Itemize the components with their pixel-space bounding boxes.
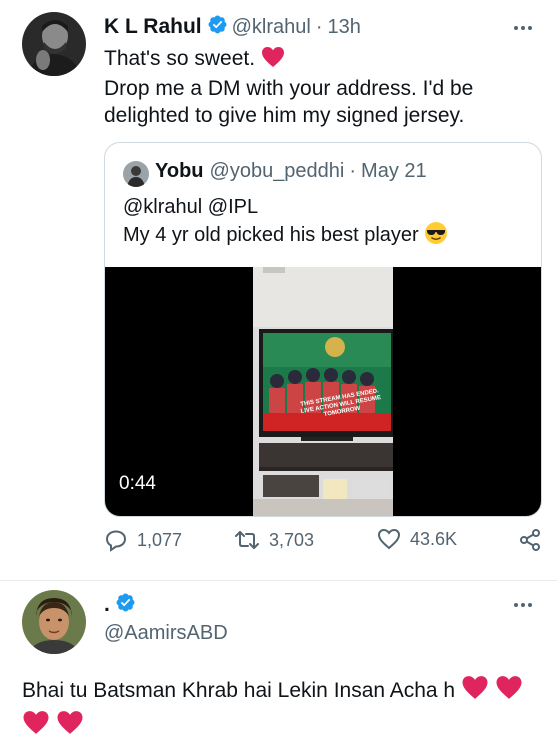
separator-dot: · <box>349 160 357 182</box>
heart-icon <box>461 675 489 710</box>
tweet-text-line3: delighted to give him my signed jersey. <box>104 104 465 127</box>
avatar-klrahul[interactable] <box>22 12 86 76</box>
avatar-aamirsabd[interactable] <box>22 590 86 654</box>
reply-header: . <box>104 592 140 618</box>
video-frame: THIS STREAM HAS ENDED. LIVE ACTION WILL … <box>253 267 393 516</box>
quote-mentions[interactable]: @klrahul @IPL <box>123 194 258 221</box>
like-count: 43.6K <box>410 528 458 549</box>
reply-icon <box>105 530 127 552</box>
reply-author-handle[interactable]: @AamirsABD <box>104 622 228 645</box>
retweet-count: 3,703 <box>269 529 315 550</box>
verified-icon <box>207 14 228 40</box>
heart-icon <box>56 710 84 742</box>
avatar-image <box>22 590 86 654</box>
like-icon <box>377 528 401 550</box>
quote-author-name[interactable]: Yobu <box>155 160 204 183</box>
tweet-text: That's so sweet. Drop me a DM with your … <box>104 45 544 129</box>
tweet-header: K L Rahul @klrahul · 13h <box>104 14 361 40</box>
video-player[interactable]: THIS STREAM HAS ENDED. LIVE ACTION WILL … <box>105 267 541 516</box>
quote-date[interactable]: May 21 <box>361 160 427 183</box>
share-button[interactable] <box>518 528 542 552</box>
like-button[interactable]: 43.6K <box>377 528 457 550</box>
avatar-image <box>22 12 86 76</box>
reply-text: Bhai tu Batsman Khrab hai Lekin Insan Ac… <box>22 675 552 742</box>
heart-icon <box>495 675 523 710</box>
share-icon <box>520 529 540 551</box>
divider <box>0 580 557 581</box>
reply-count: 1,077 <box>137 529 183 550</box>
retweet-button[interactable]: 3,703 <box>234 528 314 552</box>
heart-icon <box>22 710 50 742</box>
author-name[interactable]: K L Rahul <box>104 15 202 39</box>
more-icon[interactable] <box>514 603 532 607</box>
heart-icon <box>261 46 285 75</box>
quote-header: Yobu @yobu_peddhi · May 21 <box>155 160 427 183</box>
author-handle[interactable]: @klrahul <box>232 16 311 39</box>
video-duration: 0:44 <box>119 473 156 494</box>
sunglasses-emoji <box>424 221 448 253</box>
tweet-time[interactable]: 13h <box>328 16 361 39</box>
quote-text-body: My 4 yr old picked his best player <box>123 224 419 246</box>
quote-text: My 4 yr old picked his best player <box>123 221 448 253</box>
reply-text-body: Bhai tu Batsman Khrab hai Lekin Insan Ac… <box>22 679 456 702</box>
avatar-yobu[interactable] <box>123 161 149 187</box>
reply-author-name[interactable]: . <box>104 593 110 617</box>
retweet-icon <box>235 531 259 549</box>
quote-author-handle[interactable]: @yobu_peddhi <box>210 160 345 183</box>
reply-handle-row: @AamirsABD <box>104 622 228 645</box>
tweet-text-line2: Drop me a DM with your address. I'd be <box>104 77 474 100</box>
quoted-tweet-card[interactable]: Yobu @yobu_peddhi · May 21 @klrahul @IPL… <box>104 142 542 517</box>
tweet-text-line1: That's so sweet. <box>104 47 256 70</box>
reply-button[interactable]: 1,077 <box>104 528 182 552</box>
verified-icon <box>115 592 136 618</box>
action-bar: 1,077 3,703 43.6K <box>104 528 544 560</box>
separator-dot: · <box>315 15 323 38</box>
more-icon[interactable] <box>514 26 532 30</box>
avatar-image <box>123 161 149 187</box>
